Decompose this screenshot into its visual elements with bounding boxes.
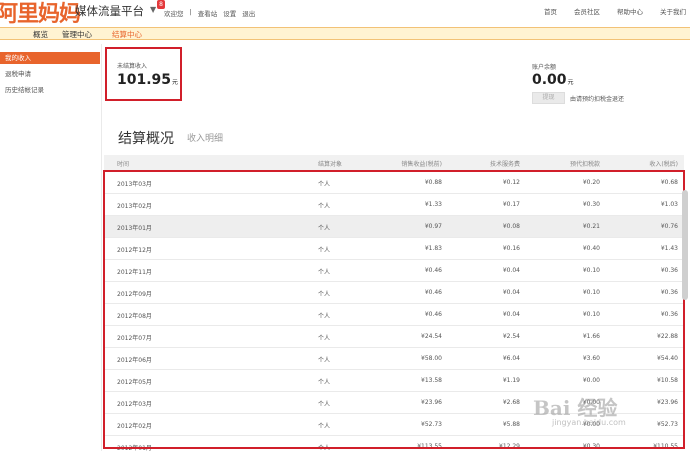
pending-income-value: 101.95元 bbox=[117, 72, 179, 88]
top-nav-links: 首页 会员社区 帮助中心 关于我们 bbox=[527, 6, 686, 16]
logout-link[interactable]: 退出 bbox=[242, 8, 255, 18]
watermark-url: jingyan.baidu.com bbox=[552, 418, 626, 427]
sidebar-item-history[interactable]: 历史结帐记录 bbox=[0, 84, 100, 96]
header-income: 收入(税后) bbox=[649, 161, 678, 168]
welcome-text: 欢迎您 bbox=[164, 10, 184, 18]
help-link[interactable]: 帮助中心 bbox=[617, 6, 643, 16]
sidebar-divider bbox=[101, 44, 102, 451]
pending-income-unit: 元 bbox=[172, 79, 179, 86]
page: 阿里妈妈 媒体流量平台 ▼ 8 欢迎您 | 查看站 设置 退出 首页 会员社区 … bbox=[0, 0, 690, 451]
view-site-link[interactable]: 查看站 bbox=[198, 8, 218, 18]
link-separator: | bbox=[189, 8, 192, 16]
scrollbar[interactable] bbox=[682, 190, 688, 300]
tab-management[interactable]: 管理中心 bbox=[62, 29, 92, 40]
sidebar-item-tax-refund[interactable]: 退税申请 bbox=[0, 68, 100, 80]
header-tax: 预代扣税款 bbox=[569, 161, 600, 168]
watermark-logo: Bai 经验 bbox=[533, 396, 618, 420]
home-link[interactable]: 首页 bbox=[544, 6, 557, 16]
withdraw-note[interactable]: 由请预约扣税金退还 bbox=[570, 94, 624, 103]
user-links: 欢迎您 | 查看站 设置 退出 bbox=[164, 8, 261, 18]
header-sales: 销售收益(税前) bbox=[401, 161, 442, 168]
settings-link[interactable]: 设置 bbox=[223, 8, 236, 18]
tab-overview[interactable]: 概览 bbox=[33, 29, 48, 40]
main-nav: 概览 管理中心 结算中心 bbox=[0, 27, 690, 40]
balance-unit: 元 bbox=[567, 79, 574, 86]
withdraw-button[interactable]: 提现 bbox=[532, 92, 565, 104]
header-tech-fee: 技术服务费 bbox=[489, 161, 520, 168]
header-time: 时间 bbox=[117, 161, 130, 168]
top-header: 阿里妈妈 媒体流量平台 ▼ 8 欢迎您 | 查看站 设置 退出 首页 会员社区 … bbox=[0, 0, 690, 27]
sidebar: 我的收入 退税申请 历史结帐记录 bbox=[0, 52, 100, 100]
logo[interactable]: 阿里妈妈 bbox=[0, 0, 81, 28]
tab-settlement[interactable]: 结算中心 bbox=[112, 29, 142, 40]
community-link[interactable]: 会员社区 bbox=[574, 6, 600, 16]
balance-value: 0.00元 bbox=[532, 72, 574, 88]
table-header: 时间 结算对象 销售收益(税前) 技术服务费 预代扣税款 收入(税后) bbox=[104, 155, 684, 170]
balance-label: 账户余额 bbox=[532, 64, 557, 71]
tab-income-detail[interactable]: 收入明细 bbox=[187, 131, 223, 144]
platform-name: 媒体流量平台 bbox=[75, 4, 144, 18]
pending-income-label: 未结算收入 bbox=[117, 63, 148, 70]
chevron-down-icon[interactable]: ▼ bbox=[150, 5, 156, 14]
sidebar-item-my-income[interactable]: 我的收入 bbox=[0, 52, 100, 64]
about-link[interactable]: 关于我们 bbox=[660, 6, 686, 16]
header-target: 结算对象 bbox=[318, 161, 343, 168]
page-title: 结算概况 bbox=[118, 131, 174, 147]
